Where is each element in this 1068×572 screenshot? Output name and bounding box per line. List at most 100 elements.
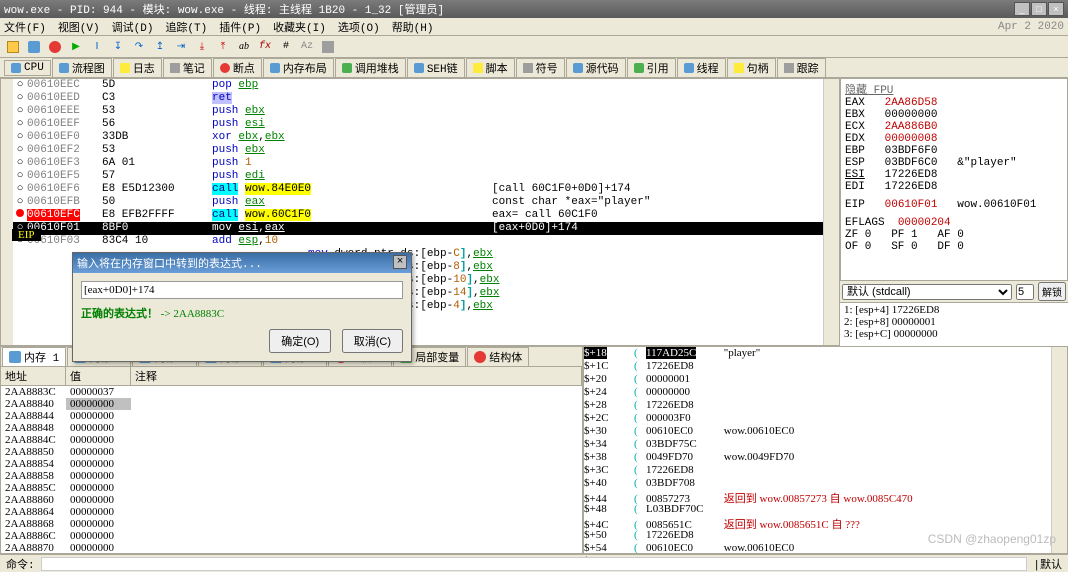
memtab-1[interactable]: 内存 1 [2, 347, 66, 367]
close-button[interactable]: × [1048, 2, 1064, 16]
run-to-icon[interactable]: ⇥ [172, 38, 190, 56]
step-over-icon[interactable]: ↷ [130, 38, 148, 56]
menu-debug[interactable]: 调试(D) [112, 19, 154, 35]
disasm-row[interactable]: ○00610EEE53push ebx [13, 105, 823, 118]
disasm-row[interactable]: ○00610EEC5Dpop ebp [13, 79, 823, 92]
memcol-val[interactable]: 值 [66, 367, 131, 385]
tab-callstack[interactable]: 调用堆栈 [335, 58, 406, 78]
disasm-row[interactable]: 00610EFCE8 EFB2FFFFcall wow.60C1F0eax= c… [13, 209, 823, 222]
expression-input[interactable] [81, 281, 403, 299]
memcol-comment[interactable]: 注释 [131, 367, 582, 385]
unlock-button[interactable]: 解锁 [1038, 282, 1066, 301]
register-row[interactable]: ESP 03BDF6C0 &"player" [845, 157, 1063, 169]
tab-log[interactable]: 日志 [113, 58, 162, 78]
disasm-row[interactable]: ○00610EEDC3ret [13, 92, 823, 105]
pause-icon[interactable]: ‖ [88, 38, 106, 56]
stack-row[interactable]: $+2C(000003F0 [584, 412, 1051, 425]
menu-options[interactable]: 选项(O) [338, 19, 380, 35]
args-preview[interactable]: 1: [esp+4] 17226ED8 2: [esp+8] 00000001 … [840, 302, 1068, 346]
maximize-button[interactable]: □ [1031, 2, 1047, 16]
stop-icon[interactable] [46, 38, 64, 56]
command-input[interactable] [41, 557, 1028, 571]
register-row[interactable]: EDX 00000008 [845, 133, 1063, 145]
func-icon[interactable]: fx [256, 38, 274, 56]
stack-row[interactable]: $+44(00857273 返回到 wow.00857273 自 wow.008… [584, 490, 1051, 503]
stack-row[interactable]: $+30(00610EC0 wow.00610EC0 [584, 425, 1051, 438]
tab-cpu[interactable]: CPU [4, 60, 51, 76]
step-into-icon[interactable]: ↧ [109, 38, 127, 56]
tab-refs[interactable]: 引用 [627, 58, 676, 78]
memory-row[interactable]: 2AA8884400000000 [1, 410, 582, 422]
memory-row[interactable]: 2AA8886C00000000 [1, 530, 582, 542]
disasm-row[interactable]: ○00610EF6E8 E5D12300call wow.84E0E0[call… [13, 183, 823, 196]
run-icon[interactable]: ▶ [67, 38, 85, 56]
memory-dump[interactable]: 地址 值 注释 2AA8883C000000372AA8884000000000… [1, 367, 582, 553]
register-row[interactable]: EBX 00000000 [845, 109, 1063, 121]
disasm-row[interactable]: ○00610EFB50push eaxconst char *eax="play… [13, 196, 823, 209]
menu-view[interactable]: 视图(V) [58, 19, 100, 35]
tab-trace[interactable]: 跟踪 [777, 58, 826, 78]
open-icon[interactable] [4, 38, 22, 56]
menu-help[interactable]: 帮助(H) [392, 19, 434, 35]
memcol-addr[interactable]: 地址 [1, 367, 66, 385]
tab-script[interactable]: 脚本 [466, 58, 515, 78]
callconv-select[interactable]: 默认 (stdcall) [842, 284, 1012, 300]
disasm-row[interactable]: ○00610EF557push edi [13, 170, 823, 183]
memory-row[interactable]: 2AA8883C00000037 [1, 386, 582, 398]
stack-row[interactable]: $+1C(17226ED8 [584, 360, 1051, 373]
memory-row[interactable]: 2AA8884800000000 [1, 422, 582, 434]
tab-handles[interactable]: 句柄 [727, 58, 776, 78]
trace-over-icon[interactable]: ⤒ [214, 38, 232, 56]
memory-row[interactable]: 2AA8885800000000 [1, 470, 582, 482]
register-row[interactable]: EDI 17226ED8 [845, 181, 1063, 193]
register-row[interactable]: EAX 2AA86D58 [845, 97, 1063, 109]
settings-icon[interactable] [319, 38, 337, 56]
memory-row[interactable]: 2AA8886800000000 [1, 518, 582, 530]
disasm-row[interactable]: ○00610F0383C4 10add esp,10 [13, 235, 823, 248]
tab-seh[interactable]: SEH链 [407, 58, 465, 78]
menu-trace[interactable]: 追踪(T) [165, 19, 207, 35]
stack-row[interactable]: $+20(00000001 [584, 373, 1051, 386]
memory-row[interactable]: 2AA8884000000000 [1, 398, 582, 410]
stack-row[interactable]: $+3C(17226ED8 [584, 464, 1051, 477]
asm-icon[interactable]: Az [298, 38, 316, 56]
restart-icon[interactable] [25, 38, 43, 56]
dialog-close-icon[interactable]: × [393, 255, 407, 269]
tab-breakpoints[interactable]: 断点 [213, 58, 262, 78]
trace-into-icon[interactable]: ⤓ [193, 38, 211, 56]
stack-row[interactable]: $+28(17226ED8 [584, 399, 1051, 412]
fpu-toggle[interactable]: 隐藏 FPU [845, 81, 1063, 97]
cancel-button[interactable]: 取消(C) [342, 329, 403, 353]
disasm-row[interactable]: ○00610EF253push ebx [13, 144, 823, 157]
tab-memmap[interactable]: 内存布局 [263, 58, 334, 78]
step-out-icon[interactable]: ↥ [151, 38, 169, 56]
tab-notes[interactable]: 笔记 [163, 58, 212, 78]
register-row[interactable]: EBP 03BDF6F0 [845, 145, 1063, 157]
hash-icon[interactable]: # [277, 38, 295, 56]
stack-row[interactable]: $+24(00000000 [584, 386, 1051, 399]
memory-row[interactable]: 2AA8887000000000 [1, 542, 582, 553]
menu-fav[interactable]: 收藏夹(I) [273, 19, 326, 35]
memory-row[interactable]: 2AA8885400000000 [1, 458, 582, 470]
register-row[interactable]: ECX 2AA886B0 [845, 121, 1063, 133]
stack-row[interactable]: $+40(03BDF708 [584, 477, 1051, 490]
tab-graph[interactable]: 流程图 [52, 58, 112, 78]
disasm-row[interactable]: ○00610EF36A 01push 1 [13, 157, 823, 170]
memory-row[interactable]: 2AA8885C00000000 [1, 482, 582, 494]
menu-file[interactable]: 文件(F) [4, 19, 46, 35]
disasm-row[interactable]: ○00610EEF56push esi [13, 118, 823, 131]
memory-row[interactable]: 2AA8885000000000 [1, 446, 582, 458]
stack-scrollbar[interactable] [1051, 347, 1067, 553]
ok-button[interactable]: 确定(O) [269, 329, 331, 353]
registers-panel[interactable]: 隐藏 FPU EAX 2AA86D58EBX 00000000ECX 2AA88… [840, 78, 1068, 281]
stack-panel[interactable]: $+18(117AD25C "player"$+1C(17226ED8 $+20… [583, 346, 1068, 554]
callconv-count[interactable] [1016, 284, 1034, 300]
disasm-row[interactable]: ○00610EF033DBxor ebx,ebx [13, 131, 823, 144]
tab-source[interactable]: 源代码 [566, 58, 626, 78]
text-icon[interactable]: ab [235, 38, 253, 56]
disasm-row[interactable]: ○00610F018BF0mov esi,eax[eax+0D0]+174 [13, 222, 823, 235]
memory-row[interactable]: 2AA8884C00000000 [1, 434, 582, 446]
tab-symbols[interactable]: 符号 [516, 58, 565, 78]
stack-row[interactable]: $+34(03BDF75C [584, 438, 1051, 451]
tab-threads[interactable]: 线程 [677, 58, 726, 78]
